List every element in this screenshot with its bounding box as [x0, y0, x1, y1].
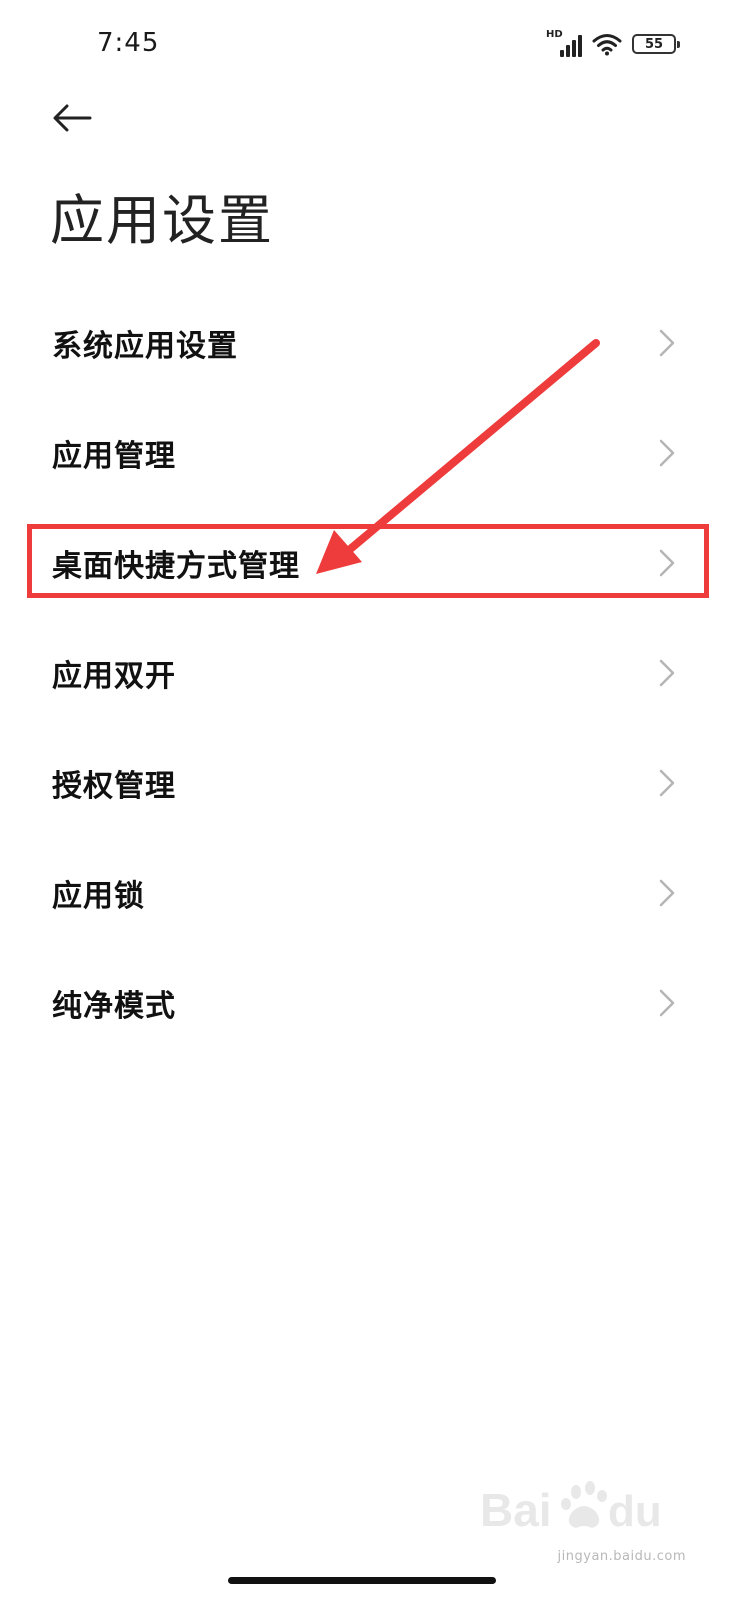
list-item-label: 授权管理 — [52, 769, 176, 804]
list-item-desktop-shortcut-management[interactable]: 桌面快捷方式管理 — [0, 508, 738, 618]
list-item-label: 桌面快捷方式管理 — [52, 549, 300, 584]
chevron-right-icon — [659, 329, 675, 357]
arrow-left-icon — [53, 104, 92, 132]
wifi-icon — [592, 34, 622, 56]
chevron-right-icon — [659, 659, 675, 687]
svg-text:Bai: Bai — [480, 1484, 552, 1536]
status-time: 7:45 — [97, 28, 160, 58]
status-bar: 7:45 HD 55 — [0, 0, 738, 90]
status-icons: HD 55 — [546, 29, 680, 58]
svg-text:du: du — [608, 1487, 662, 1536]
chevron-right-icon — [659, 879, 675, 907]
watermark-url: jingyan.baidu.com — [557, 1549, 686, 1564]
chevron-right-icon — [659, 549, 675, 577]
list-item-dual-apps[interactable]: 应用双开 — [0, 618, 738, 728]
back-button[interactable] — [50, 98, 94, 138]
list-item-permission-management[interactable]: 授权管理 — [0, 728, 738, 838]
list-item-label: 应用管理 — [52, 439, 176, 474]
home-indicator[interactable] — [228, 1577, 496, 1584]
chevron-right-icon — [659, 989, 675, 1017]
list-item-pure-mode[interactable]: 纯净模式 — [0, 948, 738, 1058]
battery-level: 55 — [644, 36, 664, 52]
baidu-watermark-icon: Bai du — [480, 1481, 662, 1536]
list-item-label: 系统应用设置 — [52, 329, 238, 364]
list-item-label: 应用双开 — [52, 659, 176, 694]
cellular-signal-icon: HD — [546, 29, 582, 57]
settings-list: 系统应用设置 应用管理 桌面快捷方式管理 应用双开 授权管理 应用锁 纯净模式 — [0, 288, 738, 1058]
list-item-app-lock[interactable]: 应用锁 — [0, 838, 738, 948]
list-item-label: 应用锁 — [52, 879, 145, 914]
chevron-right-icon — [659, 439, 675, 467]
battery-icon: 55 — [632, 34, 680, 54]
list-item-app-management[interactable]: 应用管理 — [0, 398, 738, 508]
chevron-right-icon — [659, 769, 675, 797]
page-title: 应用设置 — [50, 189, 274, 252]
list-item-system-app-settings[interactable]: 系统应用设置 — [0, 288, 738, 398]
list-item-label: 纯净模式 — [52, 989, 176, 1024]
